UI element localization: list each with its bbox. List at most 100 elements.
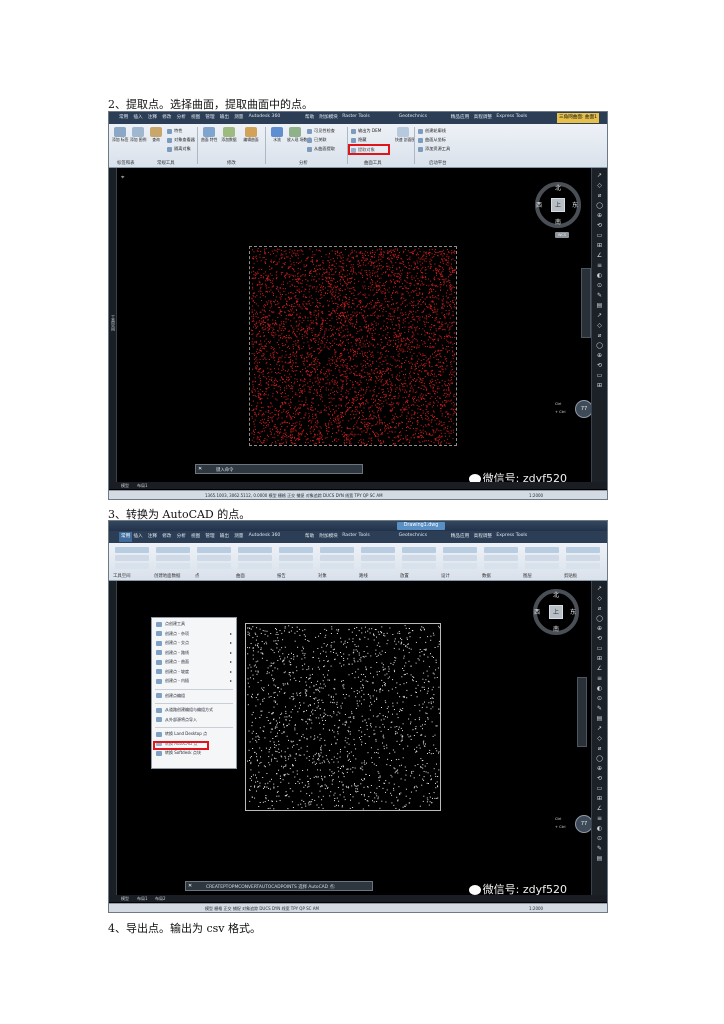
inquiry-button[interactable]: 查询	[148, 127, 164, 142]
survey-point	[355, 316, 357, 318]
survey-point	[285, 439, 287, 441]
survey-point	[308, 425, 310, 427]
ribbon-tab[interactable]: 三角网曲面: 曲面1	[557, 113, 600, 123]
survey-point	[429, 307, 431, 309]
survey-point	[361, 257, 363, 259]
toolspace-strip[interactable]: 工具空间	[109, 168, 117, 487]
survey-point	[415, 430, 417, 432]
ribbon-tab[interactable]: 常用	[119, 114, 128, 120]
add-legend-button[interactable]: 添加 图例	[130, 127, 146, 142]
ribbon-tab[interactable]: 插入	[133, 114, 142, 120]
survey-point	[260, 335, 262, 337]
survey-point	[272, 286, 274, 288]
ribbon-tab[interactable]: 输出	[220, 114, 229, 120]
survey-point	[420, 257, 422, 259]
survey-point	[434, 380, 436, 382]
survey-point	[324, 344, 326, 346]
add-label-button[interactable]: 添加 标签	[112, 127, 128, 142]
ribbon-tab[interactable]: 帮助	[305, 114, 314, 120]
ribbon-tab[interactable]: Geotechnics	[399, 114, 427, 119]
survey-point	[257, 365, 259, 367]
linked-item[interactable]: 已关联	[307, 137, 327, 143]
export-dem-item[interactable]: 输出为 DEM	[351, 128, 381, 134]
survey-point	[339, 287, 341, 289]
surface-properties-button[interactable]: 曲面 特性	[201, 127, 217, 142]
survey-point	[300, 404, 302, 406]
create-contours-item[interactable]: 创建轮廓线	[418, 128, 446, 134]
survey-point	[397, 335, 399, 337]
ribbon-tab[interactable]: Autodesk 360	[249, 114, 281, 119]
drawing-canvas[interactable]: 工具空间 ⌖ 上 北 南 西 东 WCS 77 Ctrl + Ctrl ↗ ◇ ⌀ ◯…	[109, 168, 607, 489]
survey-point	[434, 276, 436, 278]
ribbon-tab[interactable]: 修改	[162, 114, 171, 120]
survey-point	[314, 268, 316, 270]
survey-point	[251, 410, 253, 411]
isolate-objects-item[interactable]: 隔离对象	[167, 146, 191, 152]
catchment-button[interactable]: 放入现 场数据	[287, 127, 311, 142]
survey-point	[368, 386, 370, 388]
ribbon-tab[interactable]: Express Tools	[496, 114, 527, 119]
quick-profile-button[interactable]: 快速 剖面图	[395, 127, 415, 142]
survey-point	[340, 283, 341, 285]
survey-point	[402, 408, 404, 410]
survey-point	[254, 413, 256, 415]
survey-point	[367, 383, 369, 385]
survey-point	[430, 355, 431, 357]
panel-label[interactable]: 常规工具	[157, 160, 175, 166]
survey-point	[378, 392, 380, 394]
survey-point	[365, 251, 367, 253]
survey-point	[449, 280, 451, 282]
survey-point	[365, 431, 367, 433]
survey-point	[320, 389, 321, 391]
survey-point	[409, 302, 411, 304]
survey-point	[400, 279, 402, 281]
survey-point	[421, 275, 423, 277]
ribbon-tab[interactable]: 高程调整	[474, 114, 492, 120]
hide-item[interactable]: 隐藏	[351, 137, 366, 143]
survey-point	[328, 397, 330, 399]
survey-point	[323, 441, 325, 443]
surface-from-coords-item[interactable]: 曲面从坐标	[418, 137, 446, 143]
survey-point	[395, 427, 397, 429]
visibility-check-item[interactable]: 可见性检查	[307, 128, 335, 134]
survey-point	[346, 363, 348, 365]
label-icon	[114, 127, 126, 137]
survey-point	[336, 309, 338, 311]
survey-point	[315, 408, 316, 410]
survey-point	[437, 286, 439, 288]
ribbon-tab[interactable]: 视图	[191, 114, 200, 120]
survey-point	[346, 302, 348, 304]
ribbon-tab[interactable]: 精品应用	[451, 114, 469, 120]
object-viewer-item[interactable]: 对象查看器	[167, 137, 195, 143]
ribbon-tab[interactable]: 附加模块	[319, 114, 337, 120]
survey-point	[434, 317, 436, 319]
ribbon-tab[interactable]: Raster Tools	[342, 114, 370, 119]
water-drop-button[interactable]: 水流	[269, 127, 285, 142]
add-data-button[interactable]: 添加数据	[221, 127, 237, 142]
survey-point	[306, 308, 308, 310]
survey-point	[255, 316, 257, 318]
ribbon-tab[interactable]: 注释	[148, 114, 157, 120]
survey-point	[418, 346, 420, 348]
survey-point	[411, 251, 413, 253]
survey-point	[390, 384, 392, 386]
survey-point	[304, 331, 306, 333]
properties-item[interactable]: 特性	[167, 128, 182, 134]
ribbon-tab[interactable]: 管理	[205, 114, 214, 120]
ribbon-tab[interactable]: 分析	[177, 114, 186, 120]
survey-point	[260, 431, 262, 433]
survey-point	[449, 322, 451, 324]
panel-label[interactable]: 分析	[299, 160, 308, 166]
add-resource-tools-item[interactable]: 添加资源工具	[418, 146, 450, 152]
survey-point	[387, 432, 389, 434]
survey-point	[342, 395, 344, 397]
survey-point	[251, 390, 253, 392]
edit-surface-button[interactable]: 编辑曲面	[243, 127, 259, 142]
survey-point	[375, 404, 377, 406]
extract-from-surface-item[interactable]: 从曲面提取	[307, 146, 335, 152]
survey-point	[296, 350, 298, 352]
ribbon-tab[interactable]: 测量	[234, 114, 243, 120]
survey-point	[273, 348, 275, 350]
survey-point	[290, 434, 292, 436]
survey-point	[318, 439, 320, 441]
